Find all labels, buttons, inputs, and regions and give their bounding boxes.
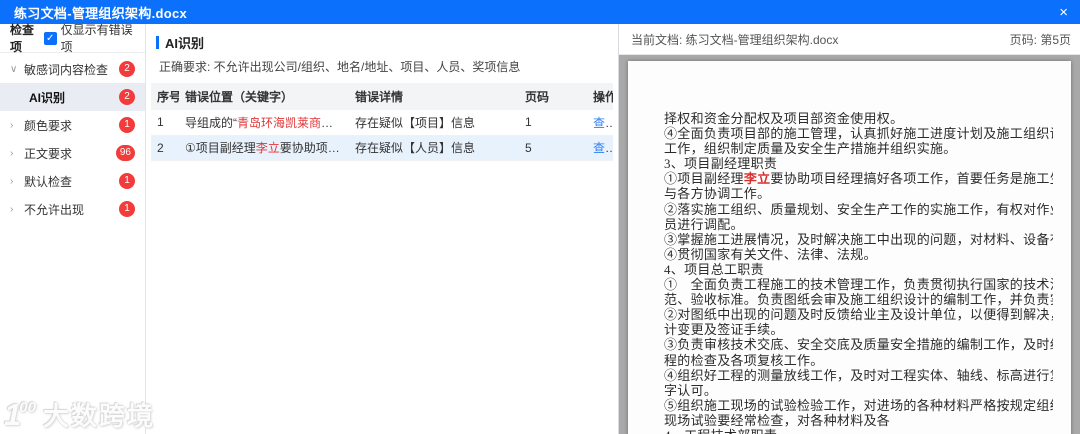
document-line: 现场试验要经常检查，对各种材料及各 — [664, 412, 891, 428]
cell-page: 1 — [519, 110, 587, 136]
document-line: 4、工程技术部职责 — [664, 428, 1053, 434]
sidebar-header-label: 检查项 — [10, 23, 35, 54]
table-header-row: 序号 错误位置（关键字） 错误详情 页码 操作 — [151, 83, 613, 110]
document-line: ③负责审核技术交底、安全交底及质量安全措施的编制工作，及时组织隐蔽工 — [664, 337, 1053, 353]
sidebar-item-label: 正文要求 — [24, 146, 73, 161]
cell-index: 2 — [151, 135, 179, 161]
sidebar-item-label: 默认检查 — [24, 174, 73, 189]
accent-bar — [156, 36, 159, 49]
error-count-badge: 96 — [115, 145, 135, 161]
document-line: ⑤组织施工现场的试验检验工作，对进场的各种材料严格按规定组织复检，对 — [664, 397, 1053, 413]
document-line: 字认可。 — [664, 382, 718, 398]
checkbox-checked-icon[interactable]: ✓ — [43, 31, 57, 45]
cell-detail: 存在疑似【项目】信息 — [349, 110, 519, 136]
document-line: ④全面负责项目部的施工管理，认真抓好施工进度计划及施工组织设计的编制 — [664, 126, 1053, 142]
document-line: ① 全面负责工程施工的技术管理工作，负责贯彻执行国家的技术法规、规 — [664, 277, 1053, 293]
header-cell-keyword: 错误位置（关键字） — [179, 83, 349, 110]
sidebar-item-label: 颜色要求 — [24, 118, 73, 133]
preview-header: 当前文档: 练习文档-管理组织架构.docx 页码: 第5页 — [619, 24, 1080, 55]
document-line: ②落实施工组织、质量规划、安全生产工作的实施工作，有权对作业队施工人 — [664, 201, 1053, 217]
sidebar-item-body-requirements[interactable]: › 正文要求 96 — [0, 139, 145, 167]
panel-title: AI识别 — [165, 36, 205, 51]
document-line: ③掌握施工进展情况，及时解决施工中出现的问题，对材料、设备有权协调。 — [664, 231, 1053, 247]
error-only-filter[interactable]: ✓ 仅显示有错误项 — [43, 21, 138, 55]
document-line: 择权和资金分配权及项目部资金使用权。 — [664, 111, 904, 126]
current-doc-label: 当前文档: 练习文档-管理组织架构.docx — [631, 32, 839, 47]
document-line: ④组织好工程的测量放线工作，及时对工程实体、轴线、标高进行复核，并签 — [664, 367, 1053, 383]
sidebar-item-label: 敏感词内容检查 — [24, 62, 109, 77]
chevron-right-icon: › — [10, 147, 14, 159]
document-line: 工作，组织制定质量及安全生产措施并组织实施。 — [664, 141, 957, 157]
sidebar-item-ai-recognition[interactable]: AI识别 2 — [0, 83, 145, 111]
document-line: ①项目副经理李立要协助项目经理搞好各项工作，首要任务是施工生产，搞好 — [664, 171, 1053, 187]
sidebar-item-sensitive-words[interactable]: ∨ 敏感词内容检查 2 — [0, 55, 145, 83]
header-cell-index: 序号 — [151, 83, 179, 110]
document-line: 程的检查及各项复核工作。 — [664, 352, 824, 368]
view-link[interactable]: 查看 — [593, 116, 613, 130]
document-preview-panel: 当前文档: 练习文档-管理组织架构.docx 页码: 第5页 择权和资金分配权及… — [618, 24, 1080, 434]
sidebar-header: 检查项 ✓ 仅显示有错误项 — [0, 21, 145, 55]
document-line: 员进行调配。 — [664, 216, 744, 232]
sidebar-item-label: 不允许出现 — [24, 202, 85, 217]
sidebar-item-color-requirements[interactable]: › 颜色要求 1 — [0, 111, 145, 139]
sidebar-item-label: AI识别 — [29, 90, 66, 105]
check-items-tree: ∨ 敏感词内容检查 2 AI识别 2 › 颜色要求 1 › 正文要求 96 › … — [0, 53, 145, 223]
document-line: 4、项目总工职责 — [664, 261, 764, 277]
cell-detail: 存在疑似【人员】信息 — [349, 135, 519, 161]
document-line: ②对图纸中出现的问题及时反馈给业主及设计单位，以便得到解决，并办好设 — [664, 307, 1053, 323]
app-window: 练习文档-管理组织架构.docx × 检查项 ✓ 仅显示有错误项 ∨ 敏感词内容… — [0, 0, 1080, 434]
error-count-badge: 2 — [119, 61, 135, 77]
document-line: 计变更及签证手续。 — [664, 322, 784, 338]
close-icon[interactable]: × — [1059, 5, 1068, 20]
check-items-sidebar: 检查项 ✓ 仅显示有错误项 ∨ 敏感词内容检查 2 AI识别 2 › 颜色要求 … — [0, 21, 146, 434]
document-line: 与各方协调工作。 — [664, 186, 771, 202]
chevron-right-icon: › — [10, 203, 14, 215]
sidebar-item-not-allowed[interactable]: › 不允许出现 1 — [0, 195, 145, 223]
cell-index: 1 — [151, 110, 179, 136]
main-area: 检查项 ✓ 仅显示有错误项 ∨ 敏感词内容检查 2 AI识别 2 › 颜色要求 … — [0, 21, 1080, 434]
document-line: 3、项目副经理职责 — [664, 156, 778, 172]
requirement-text: 正确要求: 不允许出现公司/组织、地名/地址、项目、人员、奖项信息 — [159, 60, 521, 74]
error-count-badge: 1 — [119, 117, 135, 133]
chevron-down-icon: ∨ — [10, 63, 18, 75]
chevron-right-icon: › — [10, 175, 14, 187]
header-cell-action: 操作 — [587, 83, 613, 110]
sidebar-item-default-check[interactable]: › 默认检查 1 — [0, 167, 145, 195]
cell-page: 5 — [519, 135, 587, 161]
document-title: 练习文档-管理组织架构.docx — [14, 5, 188, 21]
error-list-panel: AI识别 正确要求: 不允许出现公司/组织、地名/地址、项目、人员、奖项信息 序… — [146, 24, 618, 434]
checkbox-label: 仅显示有错误项 — [60, 23, 133, 54]
document-page: 择权和资金分配权及项目部资金使用权。 ④全面负责项目部的施工管理，认真抓好施工进度… — [628, 61, 1071, 434]
cell-keyword: ①项目副经理李立要协助项目经理搞好各... — [179, 135, 349, 161]
panel-header: AI识别 — [146, 24, 618, 55]
page-number-label: 页码: 第5页 — [1009, 32, 1071, 47]
cell-keyword: 导组成的“青岛环海凯莱商务酒店改造工... — [179, 110, 349, 136]
document-content: 择权和资金分配权及项目部资金使用权。 ④全面负责项目部的施工管理，认真抓好施工进度… — [664, 111, 1053, 434]
header-cell-detail: 错误详情 — [349, 83, 519, 110]
table-row[interactable]: 1 导组成的“青岛环海凯莱商务酒店改造工... 存在疑似【项目】信息 1 查看 — [151, 110, 613, 136]
view-link[interactable]: 查看 — [593, 141, 613, 155]
document-line: 范、验收标准。负责图纸会审及施工组织设计的编制工作，并负责实施。 — [664, 292, 1053, 308]
document-line: ④贯彻国家有关文件、法律、法规。 — [664, 246, 877, 262]
error-count-badge: 1 — [119, 201, 135, 217]
error-table: 序号 错误位置（关键字） 错误详情 页码 操作 1 导组成的“青岛环海凯莱商务酒… — [151, 83, 613, 161]
error-count-badge: 1 — [119, 173, 135, 189]
error-count-badge: 2 — [119, 89, 135, 105]
preview-canvas[interactable]: 择权和资金分配权及项目部资金使用权。 ④全面负责项目部的施工管理，认真抓好施工进度… — [619, 55, 1080, 434]
window-titlebar: 练习文档-管理组织架构.docx × — [0, 0, 1080, 24]
header-cell-page: 页码 — [519, 83, 587, 110]
table-row[interactable]: 2 ①项目副经理李立要协助项目经理搞好各... 存在疑似【人员】信息 5 查看 — [151, 135, 613, 161]
chevron-right-icon: › — [10, 119, 14, 131]
